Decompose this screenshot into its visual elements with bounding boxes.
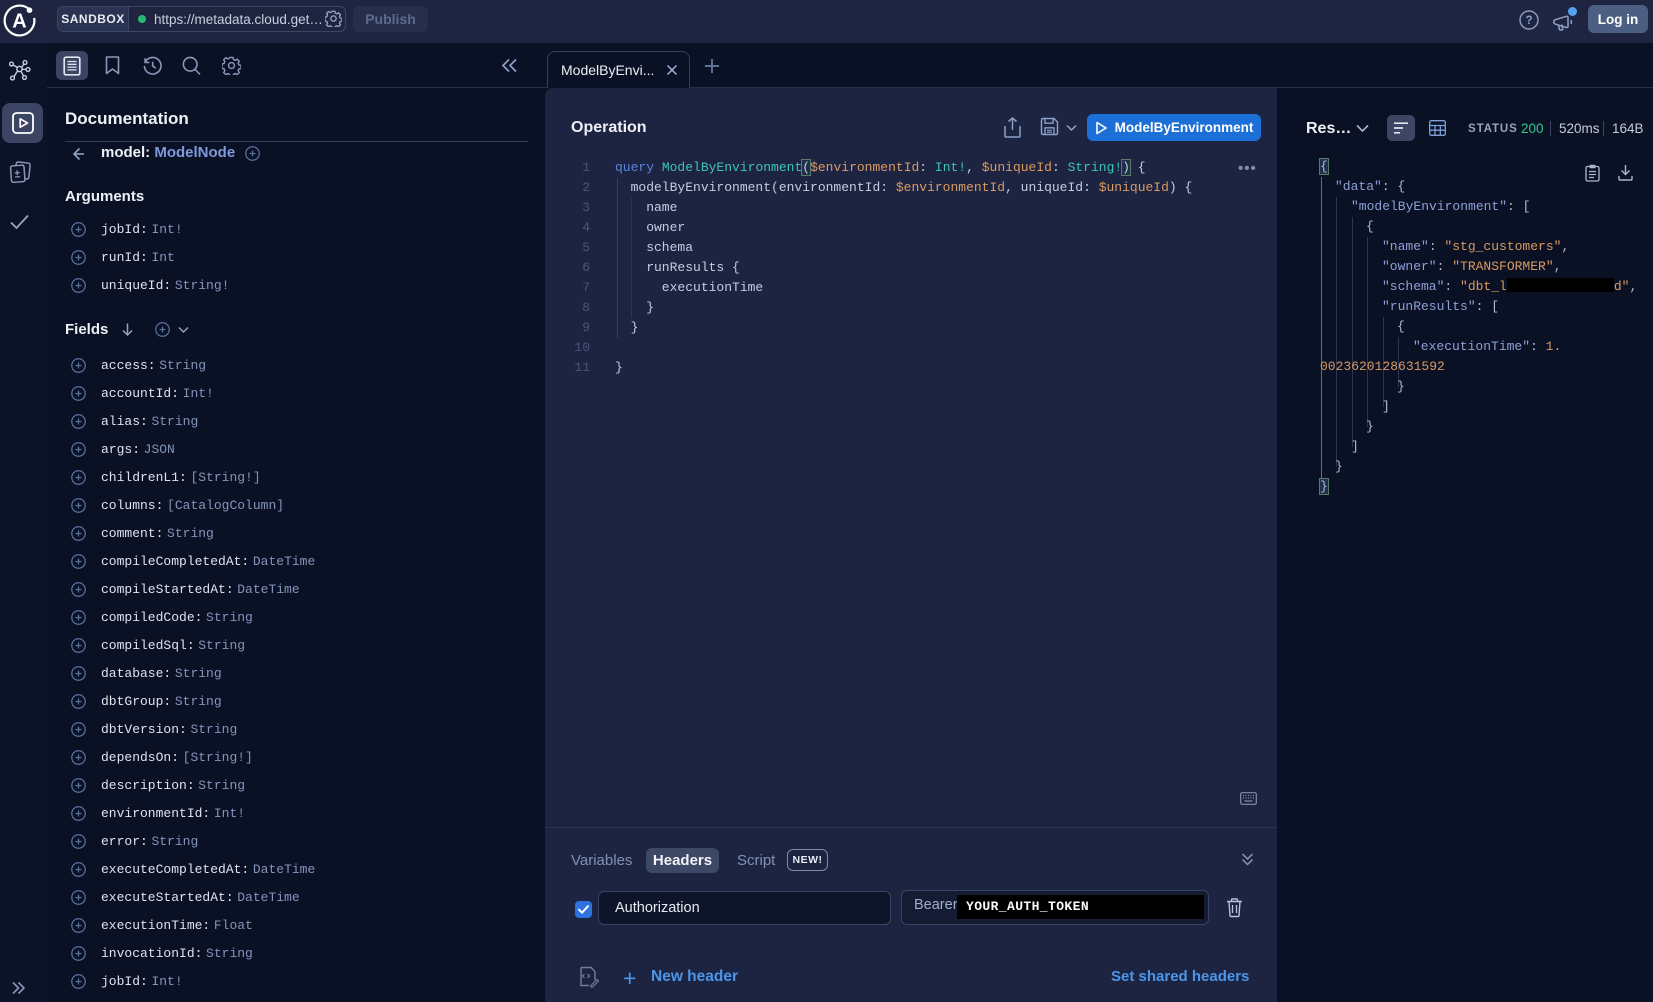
svg-text:?: ?	[1525, 15, 1532, 27]
svg-text:A: A	[12, 11, 26, 33]
